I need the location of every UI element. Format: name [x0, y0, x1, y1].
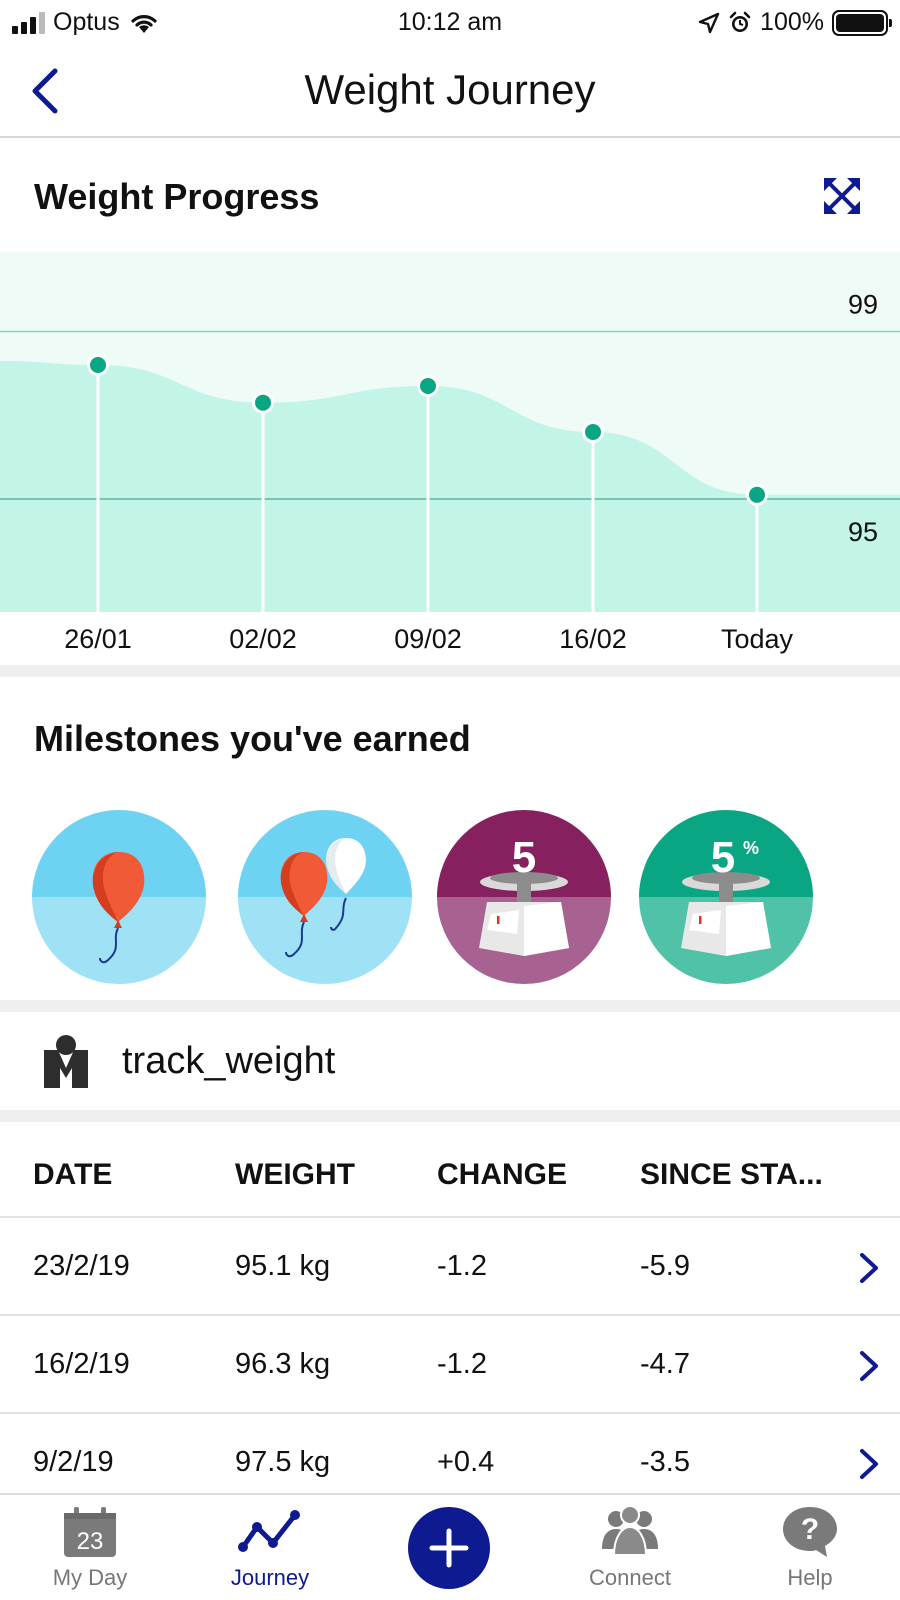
- tab-connect[interactable]: Connect: [540, 1495, 720, 1600]
- cell-weight: 96.3 kg: [235, 1348, 331, 1380]
- cell-weight: 95.1 kg: [235, 1250, 331, 1282]
- data-point[interactable]: [585, 424, 601, 440]
- calendar-icon: 23: [64, 1507, 116, 1557]
- tab-label: Journey: [230, 1565, 310, 1590]
- x-tick-label: 09/02: [394, 624, 462, 654]
- table-row[interactable]: 16/2/19 96.3 kg -1.2 -4.7: [0, 1316, 900, 1414]
- section-divider: [0, 1110, 900, 1122]
- chevron-right-icon: [860, 1351, 878, 1381]
- milestone-badge[interactable]: [238, 810, 412, 984]
- chart-x-axis: 26/01 02/02 09/02 16/02 Today: [0, 612, 900, 664]
- badge-number: 5: [512, 833, 536, 882]
- track-weight-label: track_weight: [122, 1040, 336, 1082]
- status-bar: Optus 10:12 am 100%: [0, 0, 900, 46]
- track-weight-row[interactable]: track_weight: [0, 1012, 900, 1110]
- scale-5-percent-icon: 5 %: [639, 810, 813, 984]
- section-divider: [0, 665, 900, 677]
- tab-label: Connect: [589, 1565, 671, 1590]
- data-point[interactable]: [255, 394, 271, 411]
- journey-line-icon: [238, 1510, 300, 1552]
- x-tick-label: 02/02: [229, 624, 297, 654]
- location-arrow-icon: [698, 12, 720, 33]
- table-row[interactable]: 23/2/19 95.1 kg -1.2 -5.9: [0, 1218, 900, 1316]
- tab-journey[interactable]: Journey: [180, 1495, 360, 1600]
- milestone-badge[interactable]: [32, 810, 206, 984]
- people-icon: [602, 1505, 658, 1556]
- weight-chart: 99 95: [0, 252, 900, 612]
- cell-since-start: -3.5: [640, 1446, 690, 1478]
- chevron-right-icon: [860, 1253, 878, 1283]
- column-header-change: CHANGE: [437, 1158, 568, 1191]
- weight-progress-title: Weight Progress: [34, 176, 320, 217]
- data-point[interactable]: [749, 486, 765, 503]
- nav-header: Weight Journey: [0, 46, 900, 138]
- cell-date: 9/2/19: [33, 1446, 114, 1478]
- column-header-date: DATE: [33, 1158, 113, 1191]
- expand-chart-button[interactable]: [822, 176, 862, 216]
- calendar-day: 23: [77, 1528, 104, 1555]
- cell-change: -1.2: [437, 1348, 487, 1380]
- table-header: DATE WEIGHT CHANGE SINCE STA...: [0, 1122, 900, 1218]
- battery-percent: 100%: [760, 8, 824, 36]
- x-tick-label: Today: [720, 624, 794, 654]
- cell-date: 16/2/19: [33, 1348, 130, 1380]
- status-right: 100%: [698, 8, 892, 37]
- milestone-badge[interactable]: 5: [437, 810, 611, 984]
- scale-5-icon: 5: [437, 810, 611, 984]
- cell-weight: 97.5 kg: [235, 1446, 331, 1478]
- cell-since-start: -4.7: [640, 1348, 690, 1380]
- svg-text:?: ?: [801, 1513, 819, 1546]
- reference-label: 99: [848, 290, 878, 320]
- data-point[interactable]: [90, 357, 106, 374]
- cell-date: 23/2/19: [33, 1250, 130, 1282]
- alarm-icon: [729, 11, 751, 32]
- help-bubble-icon: ?: [783, 1507, 837, 1557]
- scale-person-icon: [44, 1035, 88, 1088]
- cell-change: +0.4: [437, 1446, 495, 1478]
- milestones-title: Milestones you've earned: [34, 718, 471, 759]
- milestone-badge[interactable]: 5 %: [639, 810, 813, 984]
- badge-suffix: %: [743, 838, 759, 858]
- cell-since-start: -5.9: [640, 1250, 690, 1282]
- chevron-right-icon: [860, 1449, 878, 1479]
- x-tick-label: 26/01: [64, 624, 132, 654]
- column-header-since-start: SINCE STA...: [640, 1158, 823, 1191]
- single-balloon-icon: [32, 810, 206, 984]
- cell-change: -1.2: [437, 1250, 487, 1282]
- data-point[interactable]: [420, 377, 436, 394]
- tab-help[interactable]: ? Help: [720, 1495, 900, 1600]
- page-title: Weight Journey: [304, 66, 596, 113]
- weight-table: DATE WEIGHT CHANGE SINCE STA... 23/2/19 …: [0, 1122, 900, 1512]
- battery-icon: [832, 9, 892, 36]
- milestone-badges: 5 5 %: [32, 810, 872, 986]
- column-header-weight: WEIGHT: [235, 1158, 355, 1191]
- tab-label: My Day: [52, 1565, 128, 1590]
- tab-label: Help: [787, 1565, 833, 1590]
- section-divider: [0, 1000, 900, 1012]
- x-tick-label: 16/02: [559, 624, 627, 654]
- plus-icon: [429, 1528, 469, 1568]
- expand-arrows-icon: [824, 178, 860, 214]
- tab-my-day[interactable]: 23 My Day: [0, 1495, 180, 1600]
- add-entry-button[interactable]: [408, 1507, 490, 1589]
- two-balloons-icon: [238, 810, 412, 984]
- reference-label: 95: [848, 517, 878, 547]
- badge-number: 5: [711, 833, 735, 882]
